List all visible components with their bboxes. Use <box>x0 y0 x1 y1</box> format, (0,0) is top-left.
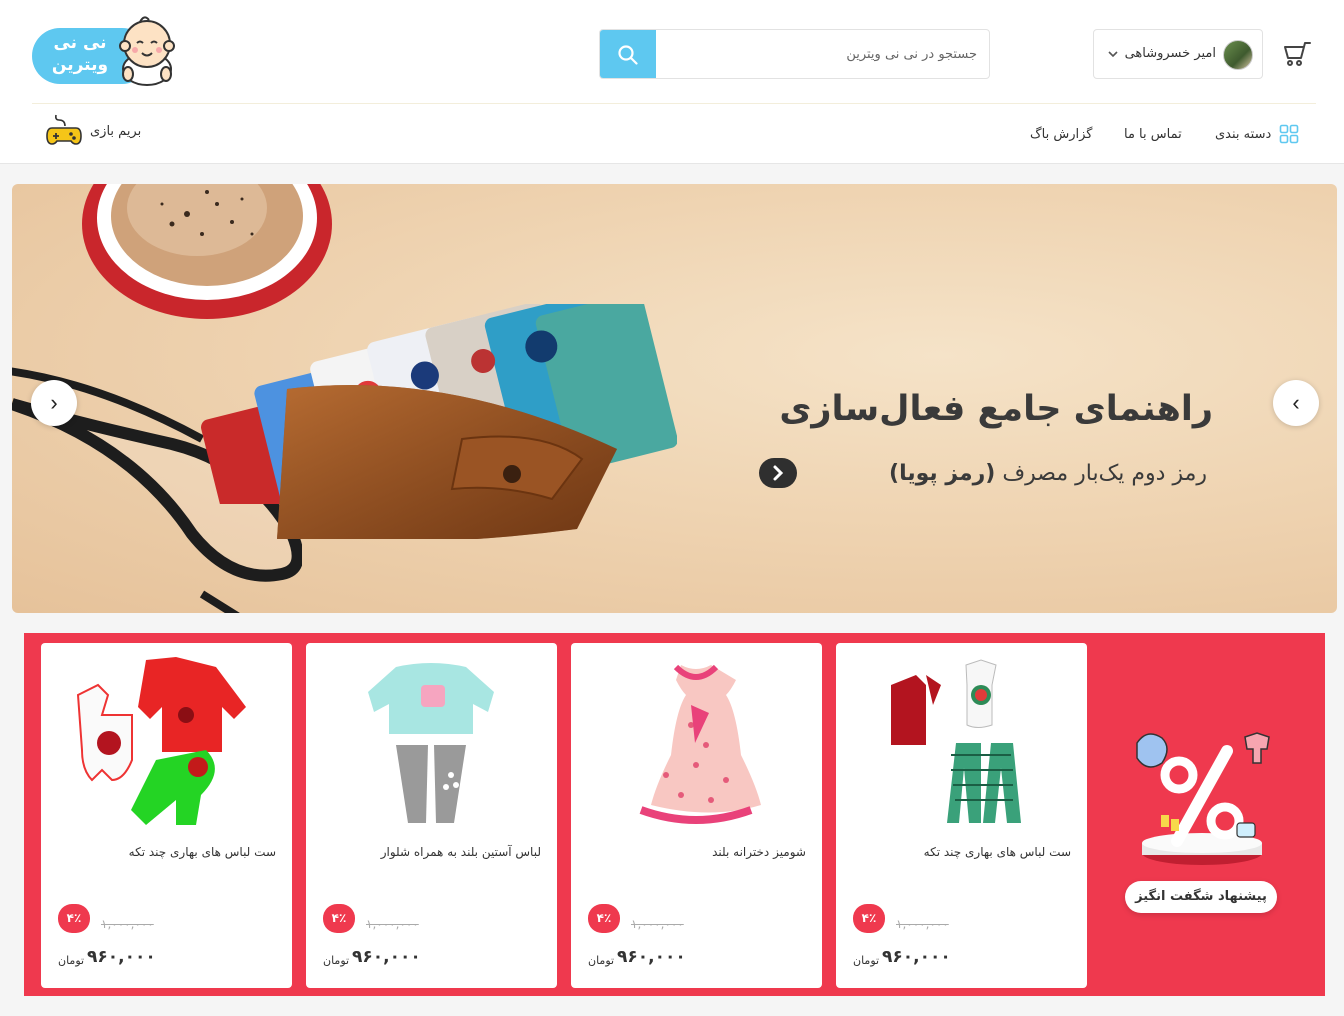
nav-contact[interactable]: تماس با ما <box>1124 122 1182 146</box>
discount-percent-icon <box>1136 732 1270 865</box>
old-price: ۱,۰۰۰,۰۰۰ <box>101 917 154 931</box>
product-name: شومیز دخترانه بلند <box>712 845 806 859</box>
cart-icon[interactable] <box>1280 36 1314 70</box>
product-card[interactable]: ست لباس های بهاری چند تکه ۴٪ ۱,۰۰۰,۰۰۰ ۹… <box>41 643 292 988</box>
price: ۹۶۰,۰۰۰ <box>882 947 951 967</box>
old-price: ۱,۰۰۰,۰۰۰ <box>366 917 419 931</box>
hero-slider[interactable]: راهنمای جامع فعال‌سازی رمز دوم یک‌بار مص… <box>12 184 1337 613</box>
nav-categories-label: دسته بندی <box>1215 126 1272 142</box>
search-input[interactable] <box>656 30 989 78</box>
currency-label: تومان <box>853 954 880 967</box>
product-image <box>606 655 786 831</box>
price: ۹۶۰,۰۰۰ <box>352 947 421 967</box>
product-image <box>76 655 256 831</box>
user-name: امیر خسروشاهی <box>1124 46 1216 61</box>
slider-cta-button[interactable] <box>759 458 797 488</box>
slider-subtitle-bold: (رمز پویا) <box>889 461 996 486</box>
currency-label: تومان <box>323 954 350 967</box>
product-card[interactable]: لباس آستین بلند به همراه شلوار ۴٪ ۱,۰۰۰,… <box>306 643 557 988</box>
nav-contact-label: تماس با ما <box>1124 126 1182 142</box>
baby-mascot-icon <box>119 16 175 86</box>
old-price: ۱,۰۰۰,۰۰۰ <box>631 917 684 931</box>
discount-badge: ۴٪ <box>58 904 90 933</box>
product-card[interactable]: شومیز دخترانه بلند ۴٪ ۱,۰۰۰,۰۰۰ ۹۶۰,۰۰۰ … <box>571 643 822 988</box>
old-price: ۱,۰۰۰,۰۰۰ <box>896 917 949 931</box>
amazing-offer-badge[interactable]: پیشنهاد شگفت انگیز <box>1125 881 1277 913</box>
currency-label: تومان <box>588 954 615 967</box>
grid-icon <box>1279 124 1299 144</box>
slider-title: راهنمای جامع فعال‌سازی <box>779 389 1213 429</box>
nav-play-label: بریم بازی <box>90 123 142 139</box>
slider-prev-button[interactable]: › <box>31 380 77 426</box>
wallet-illustration <box>277 385 617 539</box>
discount-badge: ۴٪ <box>323 904 355 933</box>
search-icon <box>618 45 638 65</box>
search-button[interactable] <box>600 30 656 78</box>
amazing-offers-section: پیشنهاد شگفت انگیز ست لباس های بهاری چند… <box>24 633 1325 996</box>
site-logo[interactable]: نی نی ویترین <box>32 14 180 86</box>
product-name: لباس آستین بلند به همراه شلوار <box>380 845 541 859</box>
currency-label: تومان <box>58 954 85 967</box>
chevron-down-icon <box>1108 51 1118 58</box>
slider-subtitle-prefix: رمز دوم یک‌بار مصرف <box>1002 461 1207 486</box>
logo-text-line2: ویترین <box>51 55 109 75</box>
coffee-cup-illustration <box>82 184 332 319</box>
user-menu[interactable]: امیر خسروشاهی <box>1093 29 1263 79</box>
product-image <box>341 655 521 831</box>
product-card[interactable]: ست لباس های بهاری چند تکه ۴٪ ۱,۰۰۰,۰۰۰ ۹… <box>836 643 1087 988</box>
logo-text: نی نی ویترین <box>50 32 110 76</box>
header-divider <box>32 103 1316 104</box>
slider-subtitle: رمز دوم یک‌بار مصرف (رمز پویا) <box>889 461 1207 486</box>
price: ۹۶۰,۰۰۰ <box>87 947 156 967</box>
product-name: ست لباس های بهاری چند تکه <box>923 845 1071 859</box>
gamepad-icon <box>46 114 82 145</box>
avatar <box>1223 40 1253 70</box>
product-name: ست لباس های بهاری چند تکه <box>128 845 276 859</box>
product-image <box>871 655 1051 831</box>
chevron-right-icon <box>773 465 784 481</box>
discount-badge: ۴٪ <box>588 904 620 933</box>
nav-bug-report-label: گزارش باگ <box>1030 126 1093 142</box>
discount-badge: ۴٪ <box>853 904 885 933</box>
logo-text-line1: نی نی <box>53 33 107 53</box>
site-header: امیر خسروشاهی نی نی ویترین <box>0 0 1344 164</box>
nav-bug-report[interactable]: گزارش باگ <box>1030 122 1092 146</box>
slider-next-button[interactable]: ‹ <box>1273 380 1319 426</box>
nav-categories[interactable]: دسته بندی <box>1215 122 1299 146</box>
nav-play[interactable]: بریم بازی <box>46 112 141 150</box>
price: ۹۶۰,۰۰۰ <box>617 947 686 967</box>
search-bar <box>599 29 990 79</box>
